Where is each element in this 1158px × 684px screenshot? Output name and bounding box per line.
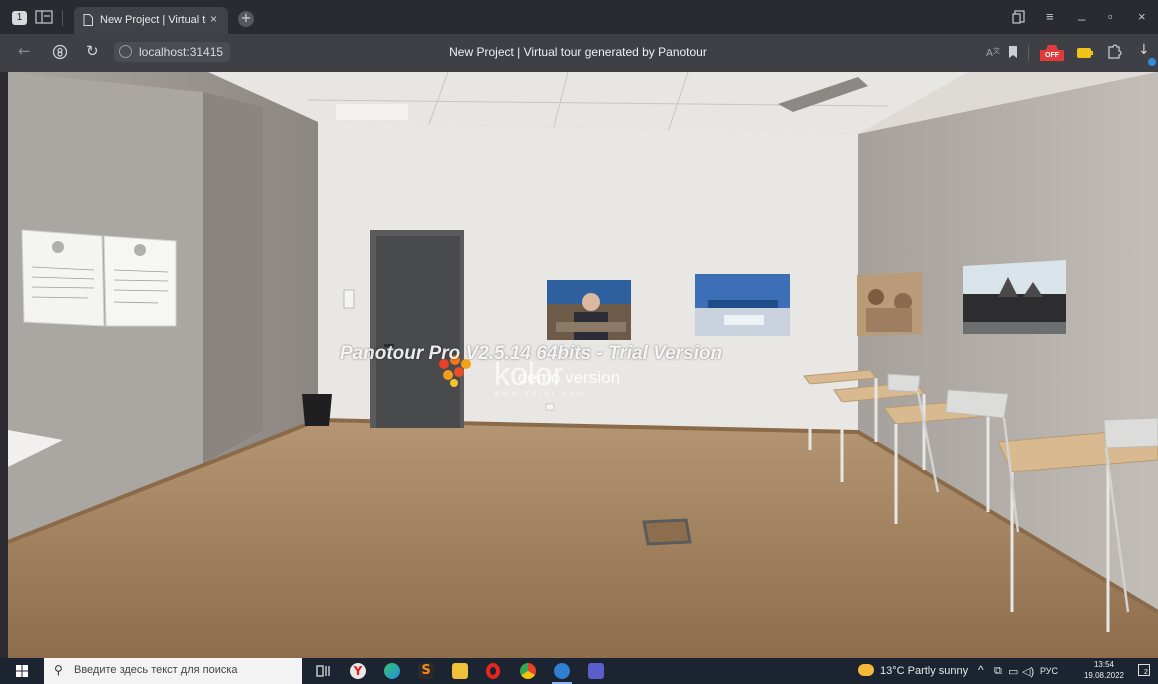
new-tab-button[interactable]: + <box>238 11 254 27</box>
menu-button[interactable]: ≡ <box>1046 9 1054 24</box>
watermark-demo-version: demo version <box>517 368 621 387</box>
tab-count-badge[interactable]: 1 <box>12 11 27 25</box>
left-pillar <box>203 92 263 464</box>
file-explorer-icon[interactable] <box>452 663 468 679</box>
download-icon[interactable]: ↓ <box>1138 42 1150 58</box>
restore-button[interactable]: ▫ <box>1108 9 1113 24</box>
taskbar-search-input[interactable]: ⚲ Введите здесь текст для поиска <box>44 658 302 684</box>
notification-center-icon[interactable]: 2 <box>1138 664 1150 676</box>
browser-tab-active[interactable]: New Project | Virtual tou × <box>74 7 228 34</box>
tab-title: New Project | Virtual tou <box>100 14 206 26</box>
windows-taskbar: ⚲ Введите здесь текст для поиска Y S 13°… <box>0 658 1158 684</box>
door <box>376 236 460 428</box>
svg-text:A: A <box>986 48 993 59</box>
bookmark-icon[interactable] <box>1008 45 1018 59</box>
browser-tab-strip: 1 New Project | Virtual tou × + ≡ _ ▫ × <box>0 0 1158 34</box>
clock-date: 19.08.2022 <box>1083 671 1125 680</box>
minimize-button[interactable]: _ <box>1078 6 1085 21</box>
intercom <box>343 289 355 309</box>
weather-text[interactable]: 13°C Partly sunny <box>880 665 968 677</box>
divider <box>1028 45 1029 61</box>
adblock-off-badge: OFF <box>1040 50 1064 61</box>
divider <box>62 10 63 26</box>
opera-icon[interactable] <box>486 663 500 679</box>
search-placeholder: Введите здесь текст для поиска <box>74 664 238 676</box>
teams-icon[interactable] <box>588 663 604 679</box>
language-indicator[interactable]: РУС <box>1040 666 1058 676</box>
chrome-icon[interactable] <box>520 663 536 679</box>
watermark-trial-version: Panotour Pro V2.5.14 64bits - Trial Vers… <box>339 343 723 364</box>
sublime-text-icon[interactable]: S <box>418 663 434 679</box>
battery-tray-icon[interactable]: ▭ <box>1008 665 1018 678</box>
panorama-viewer[interactable]: kolor www.kolor.com Panotour Pro V2.5.14… <box>8 72 1158 658</box>
site-security-icon[interactable] <box>119 45 132 58</box>
back-arrow-icon[interactable]: ← <box>18 42 31 60</box>
ceiling-light <box>336 104 408 120</box>
app-icon-blue[interactable] <box>554 663 570 679</box>
protect-icon[interactable] <box>52 44 68 60</box>
adblock-extension[interactable]: OFF <box>1040 44 1064 62</box>
address-bar: ← ↻ localhost:31415 New Project | Virtua… <box>0 34 1158 72</box>
search-icon: ⚲ <box>54 663 63 677</box>
notification-count: 2 <box>1144 669 1148 676</box>
panorama-scene[interactable] <box>8 72 1158 658</box>
yandex-browser-icon[interactable]: Y <box>350 663 366 679</box>
svg-text:文: 文 <box>993 46 1000 55</box>
clock[interactable]: 13:54 19.08.2022 <box>1080 658 1128 684</box>
close-window-button[interactable]: × <box>1138 9 1146 24</box>
battery-icon[interactable] <box>1076 47 1094 59</box>
edge-icon[interactable] <box>384 663 400 679</box>
weather-cloud-icon[interactable] <box>858 664 874 676</box>
task-view-icon[interactable] <box>316 663 332 679</box>
snapshot-icon[interactable] <box>1012 10 1026 24</box>
clock-time: 13:54 <box>1093 660 1115 669</box>
network-icon[interactable]: ⧉ <box>994 665 1002 678</box>
page-icon <box>83 14 93 26</box>
trash-bin <box>302 394 332 426</box>
watermark-url: www.kolor.com <box>494 389 587 398</box>
reload-icon[interactable]: ↻ <box>86 42 99 60</box>
url-text[interactable]: localhost:31415 <box>139 45 223 59</box>
floor-box <box>642 518 692 546</box>
windows-start-icon[interactable] <box>16 665 28 677</box>
chevron-up-icon[interactable]: ^ <box>978 663 984 677</box>
sidebar-panel-icon[interactable] <box>35 9 53 25</box>
extensions-icon[interactable] <box>1106 44 1122 60</box>
download-progress-dot <box>1148 58 1156 66</box>
translate-icon[interactable]: A 文 <box>986 45 1002 59</box>
tab-close-button[interactable]: × <box>210 12 217 26</box>
page-title: New Project | Virtual tour generated by … <box>449 45 707 59</box>
volume-icon[interactable]: ◁) <box>1022 665 1034 678</box>
url-field[interactable]: localhost:31415 <box>114 42 230 62</box>
